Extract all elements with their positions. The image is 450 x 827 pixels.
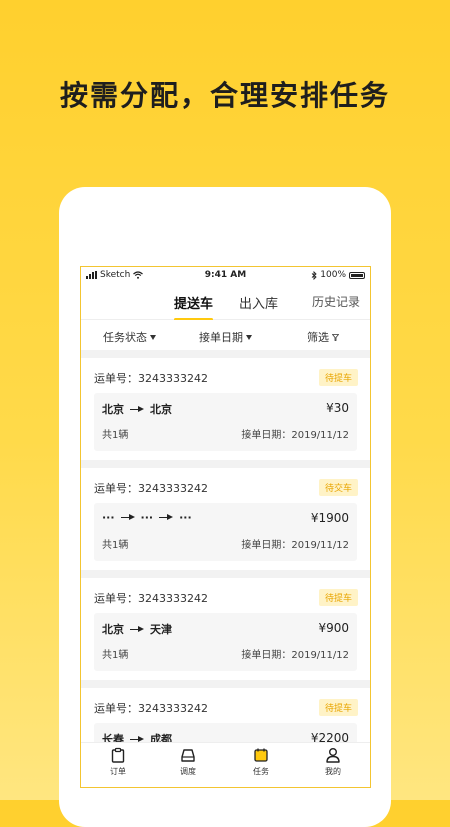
- filter-bar: 任务状态 接单日期 筛选: [81, 320, 370, 350]
- order-details: ··· ··· ··· ¥1900 共1辆 接单日期：2019/11/12: [94, 503, 357, 561]
- vehicle-count: 共1辆: [102, 650, 129, 661]
- order-date: 接单日期：2019/11/12: [241, 430, 349, 441]
- headline: 按需分配，合理安排任务: [59, 79, 390, 112]
- caret-down-icon: [150, 334, 156, 340]
- order-date-label: 接单日期: [199, 331, 243, 344]
- nav-tasks[interactable]: 任务: [236, 747, 286, 777]
- screen-filter-label: 筛选: [307, 331, 329, 344]
- app-screen: Sketch 9:41 AM 100% 提送车 出入库 历史记录 任务状态 接单…: [80, 266, 371, 788]
- tab-bar: 提送车 出入库 历史记录: [81, 285, 370, 321]
- car-icon: [181, 749, 195, 762]
- route-destination: 北京: [150, 403, 172, 416]
- nav-profile-label: 我的: [325, 767, 341, 776]
- nav-dispatch[interactable]: 调度: [163, 747, 213, 777]
- order-card[interactable]: 运单号：3243333242 待提车 北京 北京 ¥30 共1辆 接单日期：20…: [81, 358, 370, 460]
- order-card[interactable]: 运单号：3243333242 待提车 北京 天津 ¥900 共1辆 接单日期：2…: [81, 578, 370, 680]
- order-number: 运单号：3243333242: [94, 372, 208, 385]
- nav-profile[interactable]: 我的: [308, 747, 358, 777]
- bluetooth-icon: [311, 270, 317, 280]
- order-price: ¥1900: [310, 511, 349, 525]
- order-date: 接单日期：2019/11/12: [241, 650, 349, 661]
- status-badge: 待提车: [318, 589, 358, 606]
- battery-percent: 100%: [320, 270, 346, 280]
- status-badge: 待提车: [318, 699, 358, 716]
- order-number: 运单号：3243333242: [94, 702, 208, 715]
- caret-down-icon: [246, 334, 252, 340]
- route: 北京 北京: [102, 401, 172, 417]
- route-origin: 北京: [102, 623, 124, 636]
- order-price: ¥30: [326, 401, 349, 415]
- status-badge: 待交车: [318, 479, 358, 496]
- nav-orders[interactable]: 订单: [93, 747, 143, 777]
- route-origin: 北京: [102, 403, 124, 416]
- order-card[interactable]: 运单号：3243333242 待交车 ··· ··· ··· ¥1900 共1辆…: [81, 468, 370, 570]
- tab-history[interactable]: 历史记录: [312, 293, 360, 310]
- battery-icon: [349, 271, 365, 279]
- nav-dispatch-label: 调度: [180, 767, 196, 776]
- tab-in-out-storage[interactable]: 出入库: [239, 293, 278, 312]
- clipboard-icon: [111, 747, 125, 763]
- arrow-right-icon: [130, 405, 144, 413]
- order-details: 北京 北京 ¥30 共1辆 接单日期：2019/11/12: [94, 393, 357, 451]
- status-badge: 待提车: [318, 369, 358, 386]
- task-status-label: 任务状态: [103, 331, 147, 344]
- vehicle-count: 共1辆: [102, 540, 129, 551]
- route-destination: 天津: [150, 623, 172, 636]
- route: ··· ··· ···: [102, 511, 192, 524]
- task-status-filter[interactable]: 任务状态: [103, 329, 156, 345]
- vehicle-count: 共1辆: [102, 430, 129, 441]
- route-destination: ···: [179, 511, 192, 524]
- order-details: 北京 天津 ¥900 共1辆 接单日期：2019/11/12: [94, 613, 357, 671]
- order-date: 接单日期：2019/11/12: [241, 540, 349, 551]
- arrow-right-icon: [120, 514, 135, 521]
- route-via: ···: [140, 511, 154, 524]
- order-number: 运单号：3243333242: [94, 592, 208, 605]
- route: 北京 天津: [102, 621, 172, 637]
- arrow-right-icon: [130, 625, 144, 633]
- order-number: 运单号：3243333242: [94, 482, 208, 495]
- nav-tasks-label: 任务: [253, 767, 269, 776]
- nav-orders-label: 订单: [110, 767, 126, 776]
- arrow-right-icon: [159, 514, 174, 521]
- route-origin: ···: [102, 511, 115, 524]
- bottom-nav: 订单 调度 任务 我的: [81, 742, 370, 787]
- order-list: 运单号：3243333242 待提车 北京 北京 ¥30 共1辆 接单日期：20…: [81, 358, 370, 787]
- person-icon: [326, 748, 340, 763]
- status-bar: Sketch 9:41 AM 100%: [81, 267, 370, 285]
- calendar-icon: [254, 748, 268, 762]
- screen-filter[interactable]: 筛选: [307, 329, 339, 345]
- funnel-icon: [332, 333, 339, 341]
- order-price: ¥900: [318, 621, 349, 635]
- order-date-filter[interactable]: 接单日期: [199, 329, 252, 345]
- tab-pickup-delivery[interactable]: 提送车: [174, 293, 214, 321]
